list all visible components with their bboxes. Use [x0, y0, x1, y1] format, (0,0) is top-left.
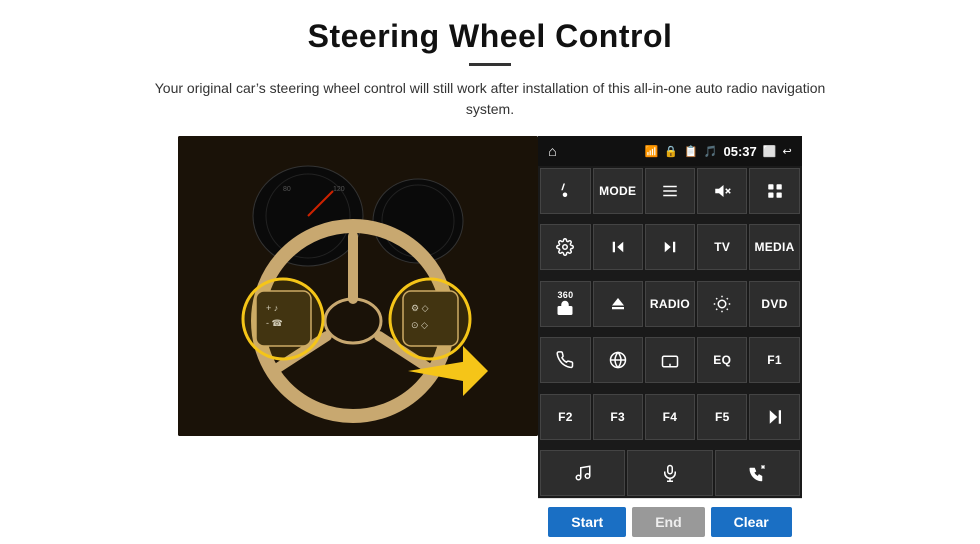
title-divider	[469, 63, 511, 66]
end-button[interactable]: End	[632, 507, 704, 537]
eq-button[interactable]: EQ	[697, 337, 747, 383]
mute-button[interactable]	[697, 168, 747, 214]
radio-button[interactable]: RADIO	[645, 281, 695, 327]
button-grid: MODE	[538, 166, 801, 450]
brightness-button[interactable]	[697, 281, 747, 327]
page-container: Steering Wheel Control Your original car…	[0, 0, 980, 544]
control-panel: ⌂ 📶 🔒 📋 🎵 05:37 ⬜ ↩	[538, 136, 801, 498]
eject-button[interactable]	[593, 281, 643, 327]
mode-button[interactable]: MODE	[593, 168, 643, 214]
tv-button[interactable]: TV	[697, 224, 747, 270]
main-row: 80 120 + ♪	[178, 136, 801, 544]
f4-button[interactable]: F4	[645, 394, 695, 440]
bt-icon: 🎵	[704, 145, 718, 158]
dvd-button[interactable]: DVD	[749, 281, 799, 327]
bottom-button-grid	[538, 450, 801, 498]
svg-text:120: 120	[333, 186, 345, 193]
next-button[interactable]	[645, 224, 695, 270]
card-icon: 📋	[684, 145, 698, 158]
media-button[interactable]: MEDIA	[749, 224, 799, 270]
screen-icon[interactable]: ⬜	[763, 145, 777, 158]
f2-button[interactable]: F2	[540, 394, 590, 440]
f5-button[interactable]: F5	[697, 394, 747, 440]
svg-text:80: 80	[283, 186, 291, 193]
play-pause-button[interactable]	[749, 394, 799, 440]
360-button[interactable]: 360	[540, 281, 590, 327]
browser-button[interactable]	[593, 337, 643, 383]
clear-button[interactable]: Clear	[711, 507, 792, 537]
f3-button[interactable]: F3	[593, 394, 643, 440]
music-button[interactable]	[540, 450, 625, 496]
phone-end-button[interactable]	[715, 450, 800, 496]
start-button[interactable]: Start	[548, 507, 626, 537]
home-icon[interactable]: ⌂	[548, 143, 556, 159]
prev-button[interactable]	[593, 224, 643, 270]
page-title: Steering Wheel Control	[308, 18, 673, 55]
nav-button[interactable]	[540, 168, 590, 214]
screen-mode-button[interactable]	[645, 337, 695, 383]
settings-button[interactable]	[540, 224, 590, 270]
phone-button[interactable]	[540, 337, 590, 383]
action-bar: Start End Clear	[538, 498, 801, 544]
wifi-icon: 📶	[645, 145, 659, 158]
lock-icon: 🔒	[664, 145, 678, 158]
status-time: 05:37	[724, 144, 757, 159]
grid-button[interactable]	[749, 168, 799, 214]
list-button[interactable]	[645, 168, 695, 214]
page-subtitle: Your original car’s steering wheel contr…	[150, 78, 830, 120]
mic-button[interactable]	[627, 450, 712, 496]
status-icons: 📶 🔒 📋 🎵 05:37 ⬜ ↩	[645, 144, 792, 159]
control-panel-area: ⌂ 📶 🔒 📋 🎵 05:37 ⬜ ↩	[538, 136, 801, 544]
steering-wheel-image: 80 120 + ♪	[178, 136, 538, 436]
steering-bg: 80 120 + ♪	[178, 136, 538, 436]
back-icon[interactable]: ↩	[782, 145, 791, 158]
f1-button[interactable]: F1	[749, 337, 799, 383]
status-bar: ⌂ 📶 🔒 📋 🎵 05:37 ⬜ ↩	[538, 136, 801, 166]
